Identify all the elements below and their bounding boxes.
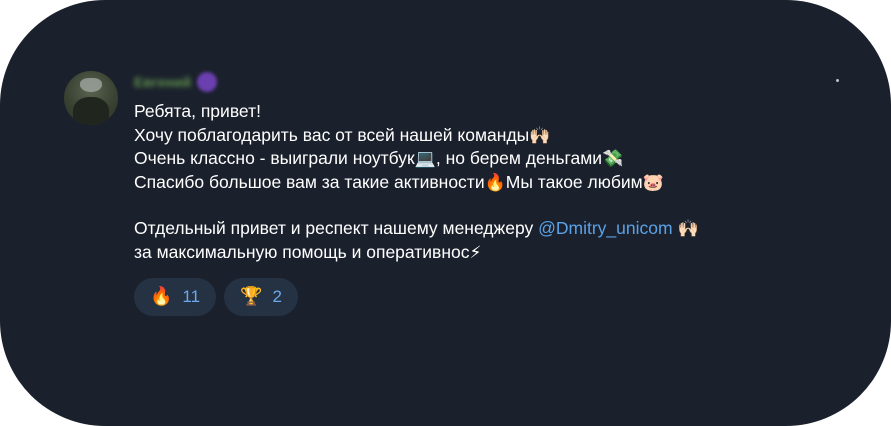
sender[interactable]: Евгений bbox=[134, 72, 218, 92]
laptop-icon: 💻 bbox=[414, 149, 436, 169]
message-text-span: Очень классно - выиграли ноутбук bbox=[134, 148, 415, 168]
message-line: за максимальную помощь и оперативнос⚡ bbox=[134, 241, 699, 265]
avatar-body bbox=[73, 97, 109, 125]
message-text-span: Хочу поблагодарить вас от всей нашей ком… bbox=[134, 124, 530, 145]
pig-face-icon: 🐷 bbox=[642, 172, 664, 193]
avatar-head bbox=[80, 78, 102, 92]
fire-icon: 🔥 bbox=[150, 286, 173, 307]
message-line: Спасибо большое вам за такие активности🔥… bbox=[134, 171, 699, 195]
message-text-span: Мы такое любим bbox=[505, 171, 643, 192]
message-text: Ребята, привет! Хочу поблагодарить вас о… bbox=[134, 100, 699, 264]
premium-star-icon bbox=[197, 72, 218, 92]
mention-link[interactable]: @Dmitry_unicom bbox=[538, 218, 672, 238]
lightning-icon: ⚡ bbox=[469, 242, 482, 263]
message-text-span: за максимальную помощь и оперативнос bbox=[134, 241, 470, 262]
reaction-trophy[interactable]: 🏆 2 bbox=[224, 278, 298, 316]
more-options-icon[interactable] bbox=[836, 79, 839, 82]
raising-hands-icon: 🙌🏻 bbox=[677, 219, 699, 239]
avatar[interactable] bbox=[64, 71, 118, 125]
reaction-count: 2 bbox=[272, 287, 282, 306]
sender-name[interactable]: Евгений bbox=[134, 74, 191, 90]
message-line: Очень классно - выиграли ноутбук💻, но бе… bbox=[134, 147, 699, 171]
money-wings-icon: 💸 bbox=[602, 149, 624, 169]
reaction-fire[interactable]: 🔥 11 bbox=[134, 278, 217, 316]
message-text-span: Спасибо большое вам за такие активности bbox=[134, 171, 485, 192]
message-text-span: , но берем деньгами bbox=[435, 148, 603, 168]
message-card: Евгений Ребята, привет! Хочу поблагодари… bbox=[0, 0, 891, 426]
raising-hands-icon: 🙌🏻 bbox=[529, 125, 551, 146]
message-line: Хочу поблагодарить вас от всей нашей ком… bbox=[134, 124, 699, 148]
reactions-bar: 🔥 11 🏆 2 bbox=[134, 278, 298, 316]
message-text-span: Отдельный привет и респект нашему менедж… bbox=[134, 218, 539, 238]
message-line: Отдельный привет и респект нашему менедж… bbox=[134, 217, 699, 241]
message-text-span: Ребята, привет! bbox=[134, 101, 261, 121]
fire-icon: 🔥 bbox=[484, 172, 506, 193]
reaction-count: 11 bbox=[182, 287, 201, 306]
trophy-icon: 🏆 bbox=[240, 286, 263, 307]
message-line: Ребята, привет! bbox=[134, 100, 699, 124]
